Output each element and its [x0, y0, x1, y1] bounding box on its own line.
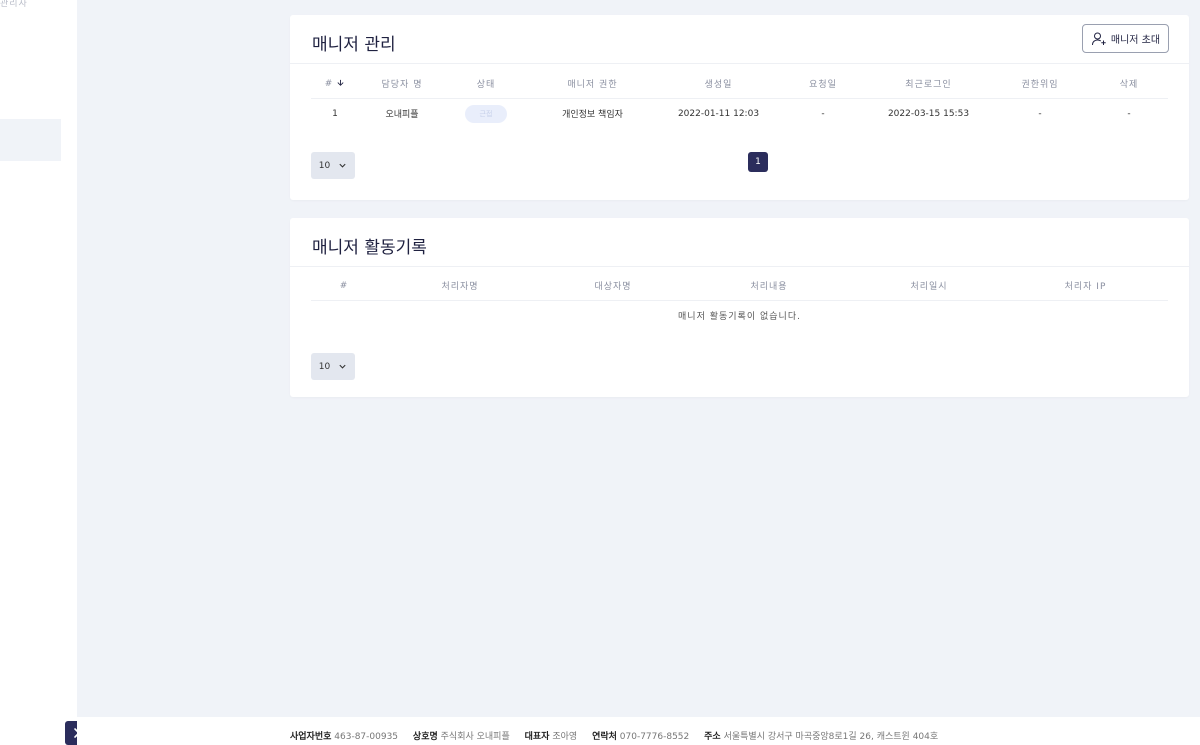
page-size-select[interactable]: 10: [311, 152, 355, 179]
page-size-value: 10: [318, 361, 331, 372]
card-header: 매니저 활동기록: [290, 218, 1189, 267]
pagination-page-button[interactable]: 1: [748, 152, 768, 172]
footer-company: 주식회사 오내피플: [440, 732, 510, 742]
column-header-requested: 요청일: [779, 70, 867, 99]
chevron-down-icon: [339, 163, 346, 168]
cell-created: 2022-01-11 12:03: [677, 108, 760, 119]
footer-address: 서울특별시 강서구 마곡중앙8로1길 26, 캐스트윈 404호: [723, 732, 939, 742]
card-header: 매니저 관리 매니저 초대: [290, 15, 1189, 64]
column-header-status: 상태: [445, 70, 527, 99]
column-header-number: #: [311, 272, 377, 301]
footer-contact-label: 연락처: [592, 732, 617, 742]
cell-requested: -: [821, 108, 825, 119]
section-title: 매니저 활동기록: [312, 238, 427, 258]
column-header-delete: 삭제: [1090, 70, 1168, 99]
sort-icon[interactable]: [336, 79, 345, 88]
footer-info: 사업자번호 463-87-00935 상호명 주식회사 오내피플 대표자 조아영…: [290, 729, 950, 742]
footer-biz-no: 463-87-00935: [334, 732, 399, 742]
footer-address-label: 주소: [704, 732, 721, 742]
invite-manager-button[interactable]: 매니저 초대: [1082, 24, 1169, 53]
cell-delegate[interactable]: -: [990, 98, 1090, 129]
chevron-down-icon: [339, 364, 346, 369]
table-row: 1 오내피플 근접 개인정보 책임자 2022-01-11 12:03 - 20…: [311, 98, 1168, 129]
footer-biz-no-label: 사업자번호: [290, 732, 332, 742]
column-header-datetime: 처리일시: [855, 272, 1003, 301]
column-header-name: 담당자 명: [359, 70, 445, 99]
manager-table: # 담당자 명 상태 매니저 권한 생성일 요청일 최근로그인 권한위임 삭제 …: [311, 70, 1168, 129]
sidebar: 관리자: [0, 0, 77, 745]
column-header-target: 대상자명: [543, 272, 683, 301]
invite-manager-label: 매니저 초대: [1110, 35, 1161, 46]
empty-message: 매니저 활동기록이 없습니다.: [678, 312, 801, 323]
cell-delete[interactable]: -: [1090, 98, 1168, 129]
column-header-role: 매니저 권한: [527, 70, 658, 99]
column-header-last-login: 최근로그인: [867, 70, 990, 99]
add-user-icon: [1091, 32, 1106, 45]
column-header-action: 처리내용: [683, 272, 855, 301]
activity-table: # 처리자명 대상자명 처리내용 처리일시 처리자 IP 매니저 활동기록이 없…: [311, 272, 1168, 331]
cell-number: 1: [332, 108, 338, 119]
empty-row: 매니저 활동기록이 없습니다.: [311, 300, 1168, 331]
footer-company-label: 상호명: [412, 732, 438, 742]
footer-ceo: 조아영: [552, 732, 578, 742]
column-header-ip: 처리자 IP: [1003, 272, 1168, 301]
cell-name: 오내피플: [385, 110, 419, 121]
sidebar-top-text: 관리자: [0, 0, 28, 9]
footer-contact: 070-7776-8552: [619, 732, 690, 742]
column-header-delegate: 권한위임: [990, 70, 1090, 99]
column-header-number[interactable]: #: [311, 70, 359, 99]
status-badge: 근접: [465, 104, 507, 123]
column-header-processor: 처리자명: [377, 272, 543, 301]
sidebar-active-item[interactable]: [0, 119, 61, 161]
cell-last-login: 2022-03-15 15:53: [887, 108, 970, 119]
footer-ceo-label: 대표자: [524, 732, 550, 742]
page-size-select[interactable]: 10: [311, 353, 355, 380]
footer: 사업자번호 463-87-00935 상호명 주식회사 오내피플 대표자 조아영…: [77, 717, 1200, 745]
page-size-value: 10: [318, 160, 331, 171]
column-header-created: 생성일: [658, 70, 779, 99]
page-title: 매니저 관리: [312, 35, 396, 55]
cell-role[interactable]: 개인정보 책임자: [527, 98, 658, 129]
